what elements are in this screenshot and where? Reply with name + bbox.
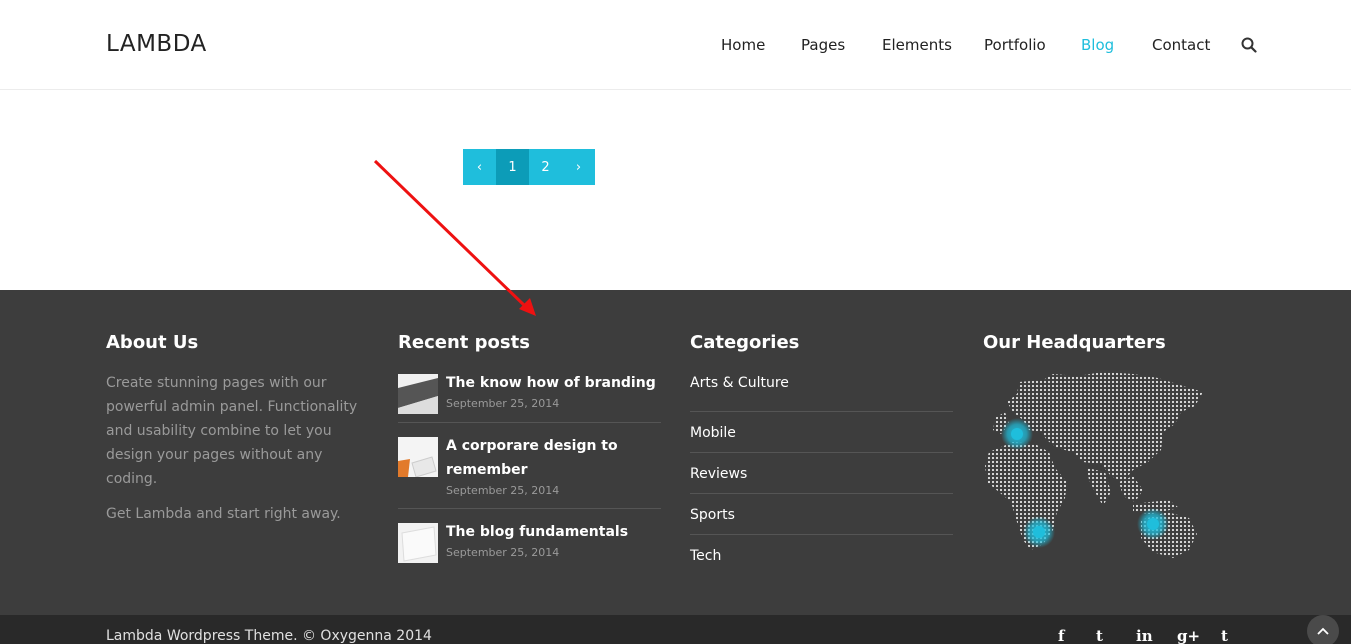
google-plus-icon[interactable]: g+ bbox=[1177, 627, 1200, 644]
twitter-icon[interactable]: t bbox=[1096, 627, 1103, 644]
category-link[interactable]: Mobile bbox=[690, 412, 953, 453]
category-link[interactable]: Arts & Culture bbox=[690, 371, 953, 412]
pagination: ‹ 1 2 › bbox=[463, 149, 595, 185]
footer-categories: Categories Arts & Culture Mobile Reviews… bbox=[690, 332, 953, 576]
post-date: September 25, 2014 bbox=[446, 484, 560, 497]
search-icon[interactable] bbox=[1241, 37, 1257, 53]
back-to-top-button[interactable] bbox=[1307, 615, 1339, 644]
footer-bottom-bar: Lambda Wordpress Theme. © Oxygenna 2014 … bbox=[0, 615, 1351, 644]
nav-blog[interactable]: Blog bbox=[1081, 36, 1114, 54]
footer-hq-title: Our Headquarters bbox=[983, 332, 1166, 353]
post-title[interactable]: The blog fundamentals bbox=[446, 520, 628, 544]
post-thumbnail[interactable] bbox=[398, 523, 438, 563]
footer-about: About Us Create stunning pages with our … bbox=[106, 332, 371, 537]
post-title[interactable]: A corporare design to remember bbox=[446, 434, 646, 482]
recent-post[interactable]: The blog fundamentals September 25, 2014 bbox=[398, 520, 661, 571]
post-date: September 25, 2014 bbox=[446, 546, 560, 559]
site-header: LAMBDA Home Pages Elements Portfolio Blo… bbox=[0, 0, 1351, 90]
category-link[interactable]: Sports bbox=[690, 494, 953, 535]
pagination-prev[interactable]: ‹ bbox=[463, 149, 496, 185]
linkedin-icon[interactable]: in bbox=[1136, 627, 1153, 644]
category-link[interactable]: Tech bbox=[690, 535, 953, 576]
footer-headquarters: Our Headquarters bbox=[983, 332, 1213, 592]
footer-about-cta: Get Lambda and start right away. bbox=[106, 506, 341, 522]
nav-elements[interactable]: Elements bbox=[882, 36, 952, 54]
post-thumbnail[interactable] bbox=[398, 374, 438, 414]
pagination-page-2[interactable]: 2 bbox=[529, 149, 562, 185]
site-logo[interactable]: LAMBDA bbox=[106, 31, 207, 57]
footer-recent-title: Recent posts bbox=[398, 332, 530, 353]
facebook-icon[interactable]: f bbox=[1058, 627, 1064, 644]
post-thumbnail[interactable] bbox=[398, 437, 438, 477]
recent-post[interactable]: A corporare design to remember September… bbox=[398, 434, 661, 509]
footer-categories-title: Categories bbox=[690, 332, 800, 353]
category-link[interactable]: Reviews bbox=[690, 453, 953, 494]
pagination-page-1[interactable]: 1 bbox=[496, 149, 529, 185]
footer-recent-posts: Recent posts The know how of branding Se… bbox=[398, 332, 661, 582]
pagination-next[interactable]: › bbox=[562, 149, 595, 185]
recent-post[interactable]: The know how of branding September 25, 2… bbox=[398, 371, 661, 423]
post-date: September 25, 2014 bbox=[446, 397, 560, 410]
footer-about-text: Create stunning pages with our powerful … bbox=[106, 375, 358, 487]
world-map-image bbox=[985, 372, 1203, 558]
nav-home[interactable]: Home bbox=[721, 36, 765, 54]
nav-portfolio[interactable]: Portfolio bbox=[984, 36, 1046, 54]
copyright-text: Lambda Wordpress Theme. © Oxygenna 2014 bbox=[106, 628, 432, 644]
chevron-up-icon bbox=[1317, 627, 1329, 635]
post-title[interactable]: The know how of branding bbox=[446, 371, 656, 395]
nav-contact[interactable]: Contact bbox=[1152, 36, 1210, 54]
footer-about-title: About Us bbox=[106, 332, 199, 353]
tumblr-icon[interactable]: t bbox=[1221, 627, 1228, 644]
site-footer: About Us Create stunning pages with our … bbox=[0, 290, 1351, 615]
nav-pages[interactable]: Pages bbox=[801, 36, 845, 54]
